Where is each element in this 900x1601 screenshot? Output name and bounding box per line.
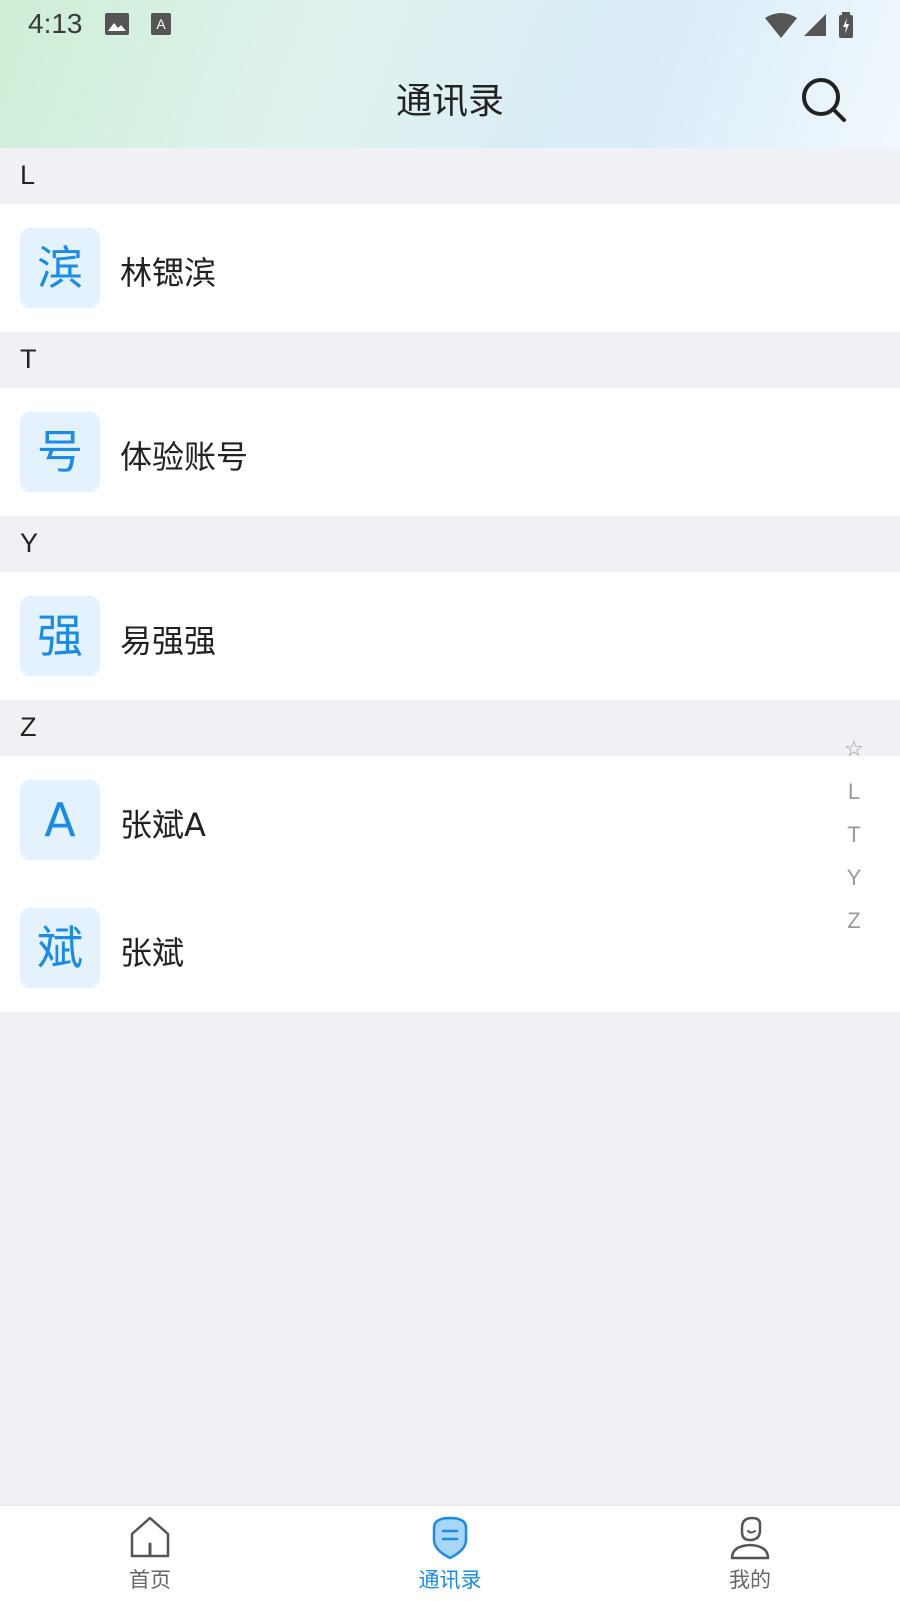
contact-row[interactable]: 强 易强强 — [0, 572, 900, 700]
nav-home-label: 首页 — [129, 1568, 171, 1592]
section-header-l: L — [0, 148, 900, 204]
text-notification-icon: A — [151, 13, 171, 35]
status-time: 4:13 — [28, 8, 83, 39]
nav-profile[interactable]: 我的 — [600, 1506, 900, 1601]
cellular-signal-icon — [804, 14, 826, 36]
alphabet-index-bar[interactable]: ☆ L T Y Z — [838, 736, 870, 951]
contact-list: L 滨 林锶滨 T 号 体验账号 Y 强 易强强 Z A 张斌A 斌 张斌 — [0, 148, 900, 1012]
page-title: 通讯录 — [395, 81, 504, 122]
contact-row[interactable]: 斌 张斌 — [0, 884, 900, 1012]
avatar: 斌 — [20, 908, 100, 988]
search-icon[interactable] — [800, 76, 848, 124]
battery-icon — [839, 12, 853, 38]
index-t[interactable]: T — [838, 822, 870, 865]
nav-home[interactable]: 首页 — [0, 1506, 300, 1601]
home-icon — [130, 1516, 170, 1558]
nav-contacts[interactable]: 通讯录 — [300, 1506, 600, 1601]
contact-row[interactable]: 号 体验账号 — [0, 388, 900, 516]
contact-name: 易强强 — [120, 622, 217, 660]
index-l[interactable]: L — [838, 779, 870, 822]
profile-icon — [730, 1516, 770, 1560]
avatar: 滨 — [20, 228, 100, 308]
nav-contacts-label: 通讯录 — [418, 1568, 482, 1592]
contact-row[interactable]: A 张斌A — [0, 756, 900, 884]
contact-row[interactable]: 滨 林锶滨 — [0, 204, 900, 332]
contact-name: 体验账号 — [120, 438, 249, 476]
bottom-navigation: 首页 通讯录 我的 — [0, 1505, 900, 1601]
contacts-icon — [432, 1516, 468, 1560]
section-letter: L — [20, 160, 36, 190]
wifi-icon — [765, 13, 797, 38]
image-notification-icon — [105, 13, 129, 35]
avatar: 强 — [20, 596, 100, 676]
contact-name: 张斌 — [120, 934, 185, 972]
section-letter: Z — [20, 712, 37, 742]
status-bar: 4:13 A — [0, 0, 900, 50]
contact-name: 张斌A — [120, 806, 206, 844]
index-star[interactable]: ☆ — [838, 736, 870, 779]
section-letter: T — [20, 344, 37, 374]
section-letter: Y — [20, 528, 39, 558]
avatar: 号 — [20, 412, 100, 492]
svg-text:A: A — [156, 16, 166, 32]
index-z[interactable]: Z — [838, 908, 870, 951]
section-header-y: Y — [0, 516, 900, 572]
index-y[interactable]: Y — [838, 865, 870, 908]
avatar: A — [20, 780, 100, 860]
contact-name: 林锶滨 — [120, 254, 217, 292]
section-header-z: Z — [0, 700, 900, 756]
top-bar: 4:13 A 通讯录 — [0, 0, 900, 148]
nav-profile-label: 我的 — [729, 1568, 771, 1592]
section-header-t: T — [0, 332, 900, 388]
